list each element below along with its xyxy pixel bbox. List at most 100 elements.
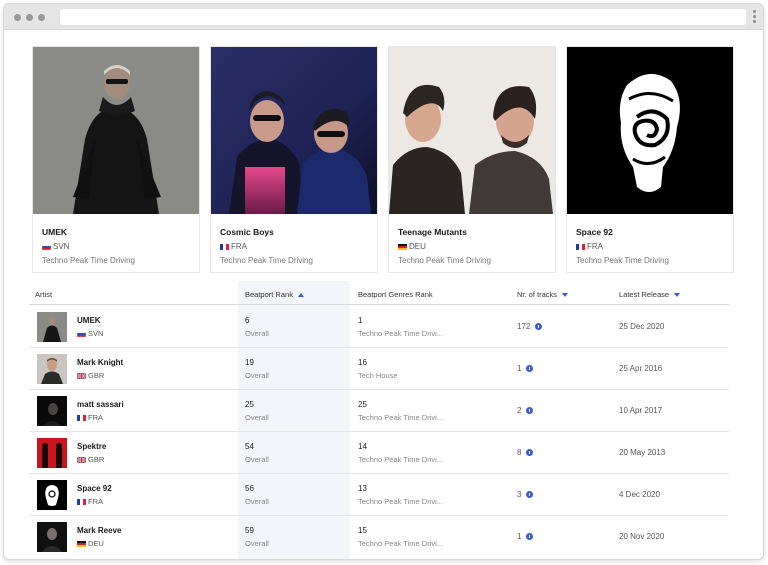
window-minimize-dot[interactable] [26,14,33,21]
window-close-dot[interactable] [14,14,21,21]
info-icon[interactable] [526,365,534,372]
france-flag-icon [77,498,86,505]
artist-photo [389,47,555,214]
artist-name[interactable]: UMEK [77,316,101,325]
card-artist-name[interactable]: Teenage Mutants [398,227,467,237]
card-country-code: DEU [409,242,426,251]
card-genre: Techno Peak Time Driving [576,256,669,265]
sort-descending-icon [674,292,681,297]
card-country: FRA [576,242,603,251]
genre-rank-value: 16 [358,358,367,367]
artist-thumbnail [37,438,67,468]
artist-card[interactable]: Teenage Mutants DEU Techno Peak Time Dri… [388,46,556,273]
artist-thumbnail [37,312,67,342]
artist-photo [211,47,377,214]
beatport-rank-scope: Overall [245,455,269,464]
beatport-rank-value: 25 [245,400,254,409]
card-country-code: SVN [53,242,70,251]
sort-ascending-icon [297,292,304,297]
card-country-code: FRA [587,242,603,251]
artist-thumbnail [37,354,67,384]
beatport-rank-value: 6 [245,316,250,325]
info-icon[interactable] [526,491,534,498]
uk-flag-icon [77,456,86,463]
artist-name[interactable]: Mark Knight [77,358,123,367]
genre-rank-value: 1 [358,316,363,325]
latest-release-date: 20 Nov 2020 [619,532,665,541]
column-header-beatport-rank[interactable]: Beatport Rank [245,290,304,299]
beatport-rank-value: 56 [245,484,254,493]
beatport-rank-scope: Overall [245,371,269,380]
card-artist-name[interactable]: UMEK [42,227,67,237]
artist-card[interactable]: Cosmic Boys FRA Techno Peak Time Driving [210,46,378,273]
genre-name: Techno Peak Time Drivi... [358,539,444,548]
column-header-latest-release[interactable]: Latest Release [619,290,681,299]
germany-flag-icon [398,243,407,250]
france-flag-icon [77,414,86,421]
artist-photo [33,47,199,214]
browser-toolbar [4,4,763,30]
germany-flag-icon [77,540,86,547]
table-row[interactable]: Space 92 FRA 56 Overall 13 Techno Peak T… [29,474,729,516]
beatport-rank-scope: Overall [245,497,269,506]
track-count: 2 [517,406,534,415]
info-icon[interactable] [526,449,534,456]
artist-thumbnail [37,522,67,552]
genre-name: Techno Peak Time Drivi... [358,455,444,464]
beatport-rank-value: 59 [245,526,254,535]
beatport-rank-scope: Overall [245,329,269,338]
info-icon[interactable] [526,407,534,414]
info-icon[interactable] [535,323,543,330]
column-header-artist[interactable]: Artist [35,290,52,299]
artist-thumbnail [37,396,67,426]
column-header-genres-rank[interactable]: Beatport Genres Rank [358,290,433,299]
genre-rank-value: 13 [358,484,367,493]
browser-menu-icon[interactable] [753,10,757,24]
beatport-rank-scope: Overall [245,539,269,548]
card-country: DEU [398,242,426,251]
artist-name[interactable]: Mark Reeve [77,526,121,535]
artist-thumbnail [37,480,67,510]
card-genre: Techno Peak Time Driving [220,256,313,265]
artist-photo [567,47,733,214]
track-count: 1 [517,364,534,373]
card-country-code: FRA [231,242,247,251]
artist-country: FRA [77,413,103,422]
artist-card[interactable]: Space 92 FRA Techno Peak Time Driving [566,46,734,273]
info-icon[interactable] [526,533,534,540]
card-country: SVN [42,242,69,251]
table-row[interactable]: Spektre GBR 54 Overall 14 Techno Peak Ti… [29,432,729,474]
artist-name[interactable]: matt sassari [77,400,124,409]
france-flag-icon [220,243,229,250]
beatport-rank-value: 54 [245,442,254,451]
track-count: 3 [517,490,534,499]
artist-country: SVN [77,329,103,338]
window-maximize-dot[interactable] [38,14,45,21]
browser-window: UMEK SVN Techno Peak Time Driving Cosmic… [3,3,764,560]
artist-name[interactable]: Space 92 [77,484,112,493]
latest-release-date: 10 Apr 2017 [619,406,663,415]
artist-name[interactable]: Spektre [77,442,106,451]
artist-card[interactable]: UMEK SVN Techno Peak Time Driving [32,46,200,273]
latest-release-date: 25 Apr 2016 [619,364,663,373]
card-artist-name[interactable]: Cosmic Boys [220,227,274,237]
genre-rank-value: 15 [358,526,367,535]
track-count: 172 [517,322,543,331]
genre-rank-value: 14 [358,442,367,451]
card-artist-name[interactable]: Space 92 [576,227,613,237]
genre-name: Techno Peak Time Drivi... [358,329,444,338]
column-header-tracks[interactable]: Nr. of tracks [517,290,569,299]
table-row[interactable]: Mark Knight GBR 19 Overall 16 Tech House… [29,348,729,390]
table-row[interactable]: Mark Reeve DEU 59 Overall 15 Techno Peak… [29,516,729,558]
track-count: 1 [517,532,534,541]
table-header: Artist Beatport Rank Beatport Genres Ran… [29,281,729,305]
uk-flag-icon [77,372,86,379]
sort-descending-icon [562,292,569,297]
track-count: 8 [517,448,534,457]
artist-country: GBR [77,455,104,464]
table-row[interactable]: UMEK SVN 6 Overall 1 Techno Peak Time Dr… [29,306,729,348]
latest-release-date: 4 Dec 2020 [619,490,660,499]
table-row[interactable]: matt sassari FRA 25 Overall 25 Techno Pe… [29,390,729,432]
address-bar[interactable] [60,9,746,25]
genre-name: Tech House [358,371,398,380]
